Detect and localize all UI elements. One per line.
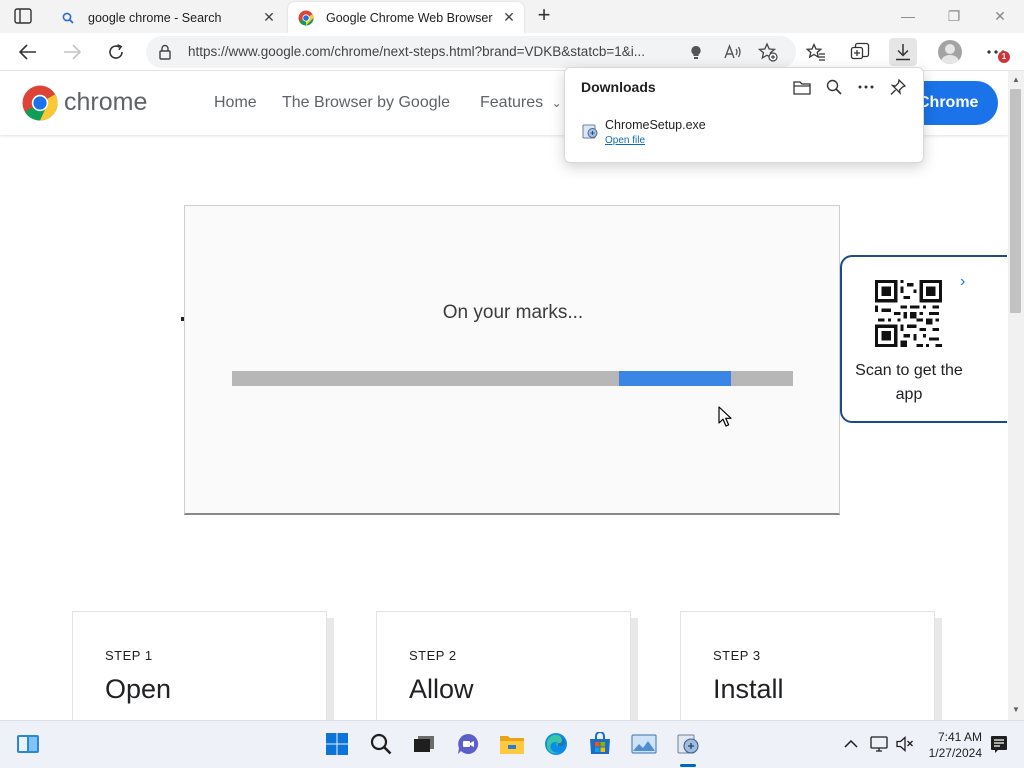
qr-card[interactable]: › Scan to get the app [840, 255, 1007, 423]
task-view-icon[interactable] [411, 731, 437, 757]
scroll-down-icon[interactable]: ▼ [1012, 705, 1020, 714]
page-scrollbar[interactable]: ▲ ▼ [1008, 71, 1024, 720]
step-card-1: STEP 1 Open [72, 611, 327, 720]
open-downloads-folder-icon[interactable] [792, 77, 812, 97]
chrome-favicon-icon [298, 10, 314, 26]
store-icon[interactable] [587, 731, 613, 757]
setup-installer-icon[interactable] [675, 731, 701, 757]
photos-icon[interactable] [631, 731, 657, 757]
favorites-button[interactable] [802, 38, 830, 66]
chevron-right-icon[interactable]: › [960, 273, 965, 291]
search-icon[interactable] [368, 731, 394, 757]
progress-bar [232, 371, 793, 386]
qr-card-label: Scan to get the app [855, 362, 963, 403]
close-tab-icon[interactable]: ✕ [502, 10, 516, 24]
step-title: Open [105, 674, 172, 704]
tab-strip: google chrome - Search ✕ Google Chrome W… [0, 0, 1024, 33]
mouse-cursor-icon [718, 406, 732, 427]
search-downloads-icon[interactable] [824, 77, 844, 97]
step-title: Allow [409, 674, 474, 704]
download-icon [896, 44, 910, 61]
tab-actions-icon[interactable] [14, 8, 32, 24]
pin-icon[interactable] [888, 77, 908, 97]
tab-title: google chrome - Search [88, 10, 222, 25]
volume-muted-icon[interactable] [892, 731, 918, 757]
tab-title: Google Chrome Web Browser [326, 10, 493, 25]
brand-name[interactable]: chrome [64, 88, 147, 117]
clock-time[interactable]: 7:41 AM [920, 730, 982, 744]
active-app-indicator [680, 764, 696, 767]
downloads-title: Downloads [581, 79, 656, 95]
nav-browser-by-google[interactable]: The Browser by Google [282, 94, 450, 112]
step-card-2: STEP 2 Allow [376, 611, 631, 720]
downloads-button[interactable] [889, 38, 917, 66]
file-explorer-icon[interactable] [499, 731, 525, 757]
url-text[interactable]: https://www.google.com/chrome/next-steps… [188, 44, 678, 59]
favorites-icon [806, 43, 825, 61]
forward-arrow-icon [64, 44, 81, 60]
network-icon[interactable] [866, 731, 892, 757]
tab-search[interactable]: google chrome - Search ✕ [48, 2, 284, 33]
edge-icon[interactable] [543, 731, 569, 757]
installer-dialog: On your marks... [184, 205, 840, 515]
downloads-panel: Downloads ChromeSetup.exe Open file [564, 67, 924, 163]
close-tab-icon[interactable]: ✕ [262, 10, 276, 24]
web-page: chrome Home The Browser by Google Featur… [0, 71, 1008, 720]
step-card-3: STEP 3 Install [680, 611, 935, 720]
lightbulb-icon[interactable] [690, 45, 702, 60]
chevron-down-icon: ⌄ [551, 96, 562, 110]
chevron-up-icon[interactable] [838, 731, 864, 757]
step-label: STEP 2 [409, 648, 457, 663]
search-icon [60, 10, 76, 26]
open-file-link[interactable]: Open file [605, 135, 645, 146]
tab-chrome[interactable]: Google Chrome Web Browser ✕ [288, 2, 524, 33]
notification-center-icon[interactable] [986, 731, 1012, 757]
chat-icon[interactable] [455, 731, 481, 757]
taskbar: 7:41 AM 1/27/2024 [0, 720, 1024, 768]
clock-date[interactable]: 1/27/2024 [920, 746, 982, 760]
qr-code-icon [875, 280, 942, 347]
close-window-icon[interactable]: ✕ [988, 6, 1012, 26]
chrome-logo-icon[interactable] [22, 85, 58, 121]
add-favorite-icon[interactable] [758, 42, 778, 62]
minimize-icon[interactable]: — [896, 6, 920, 26]
step-label: STEP 3 [713, 648, 761, 663]
refresh-icon [109, 44, 123, 59]
step-title: Install [713, 674, 784, 704]
back-button[interactable] [14, 38, 42, 66]
scroll-up-icon[interactable]: ▲ [1012, 75, 1020, 84]
nav-features-label: Features [480, 94, 544, 111]
collections-icon [850, 42, 870, 60]
nav-features[interactable]: Features ⌄ [480, 94, 562, 112]
restore-icon[interactable]: ❐ [942, 6, 966, 26]
download-item[interactable]: ChromeSetup.exe Open file [565, 108, 925, 164]
widgets-icon[interactable] [15, 731, 41, 757]
read-aloud-icon[interactable] [724, 44, 742, 60]
scroll-thumb[interactable] [1010, 89, 1021, 313]
start-icon[interactable] [324, 731, 350, 757]
new-tab-button[interactable]: + [534, 4, 554, 26]
browser-toolbar: https://www.google.com/chrome/next-steps… [0, 33, 1024, 71]
profile-avatar[interactable] [938, 40, 962, 64]
nav-home[interactable]: Home [214, 94, 257, 112]
back-arrow-icon [19, 44, 36, 60]
install-status-text: On your marks... [442, 302, 584, 323]
installer-file-icon [582, 124, 598, 139]
collections-button[interactable] [846, 38, 874, 66]
step-label: STEP 1 [105, 648, 153, 663]
progress-bar-fill [619, 371, 732, 386]
lock-icon[interactable] [158, 44, 172, 60]
forward-button[interactable] [58, 38, 86, 66]
address-bar[interactable]: https://www.google.com/chrome/next-steps… [146, 36, 796, 68]
more-options-icon[interactable] [856, 77, 876, 97]
refresh-button[interactable] [102, 38, 130, 66]
download-filename: ChromeSetup.exe [605, 118, 706, 132]
notification-badge: 1 [998, 51, 1010, 63]
